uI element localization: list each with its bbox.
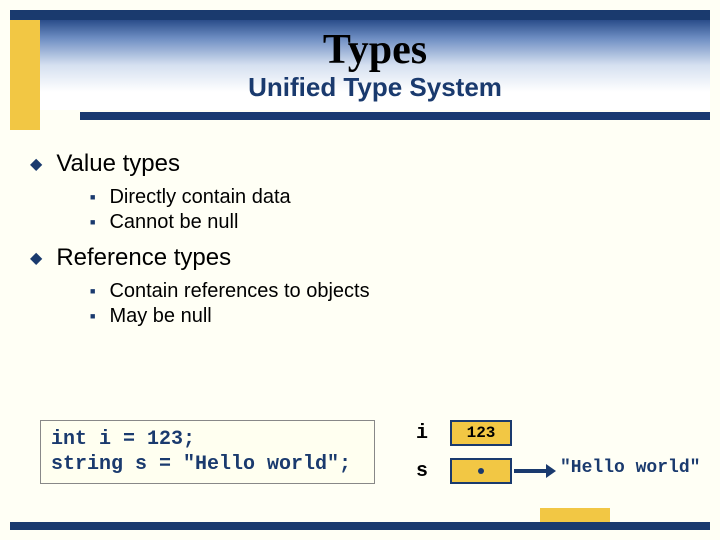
sub-bullet: Contain references to objects [90,280,700,303]
sub-list-reference-types: Contain references to objects May be nul… [90,280,700,328]
slide-subtitle: Unified Type System [40,72,710,103]
var-label-s: s [416,460,428,483]
reference-box-s [450,458,512,484]
bottom-accent-bar [540,508,610,522]
sub-bullet: May be null [90,305,700,328]
bullet-value-types: Value types [30,150,700,178]
title-band: Types Unified Type System [40,20,710,110]
reference-dot-icon [478,468,484,474]
reference-target: "Hello world" [560,458,700,478]
sub-bullet: Directly contain data [90,186,700,209]
title-underline [80,112,710,120]
value-text-i: 123 [467,424,496,442]
var-label-i: i [416,422,428,445]
bullet-reference-types: Reference types [30,244,700,272]
value-box-i: 123 [450,420,512,446]
top-stripe [10,10,710,20]
sub-bullet: Cannot be null [90,211,700,234]
code-line: string s = "Hello world"; [51,452,364,477]
left-accent-bar [10,20,40,130]
arrow-icon [514,469,548,473]
slide-title: Types [40,26,710,74]
sub-list-value-types: Directly contain data Cannot be null [90,186,700,234]
bottom-stripe [10,522,710,530]
code-line: int i = 123; [51,427,364,452]
code-example: int i = 123; string s = "Hello world"; [40,420,375,484]
slide-content: Value types Directly contain data Cannot… [30,140,700,338]
